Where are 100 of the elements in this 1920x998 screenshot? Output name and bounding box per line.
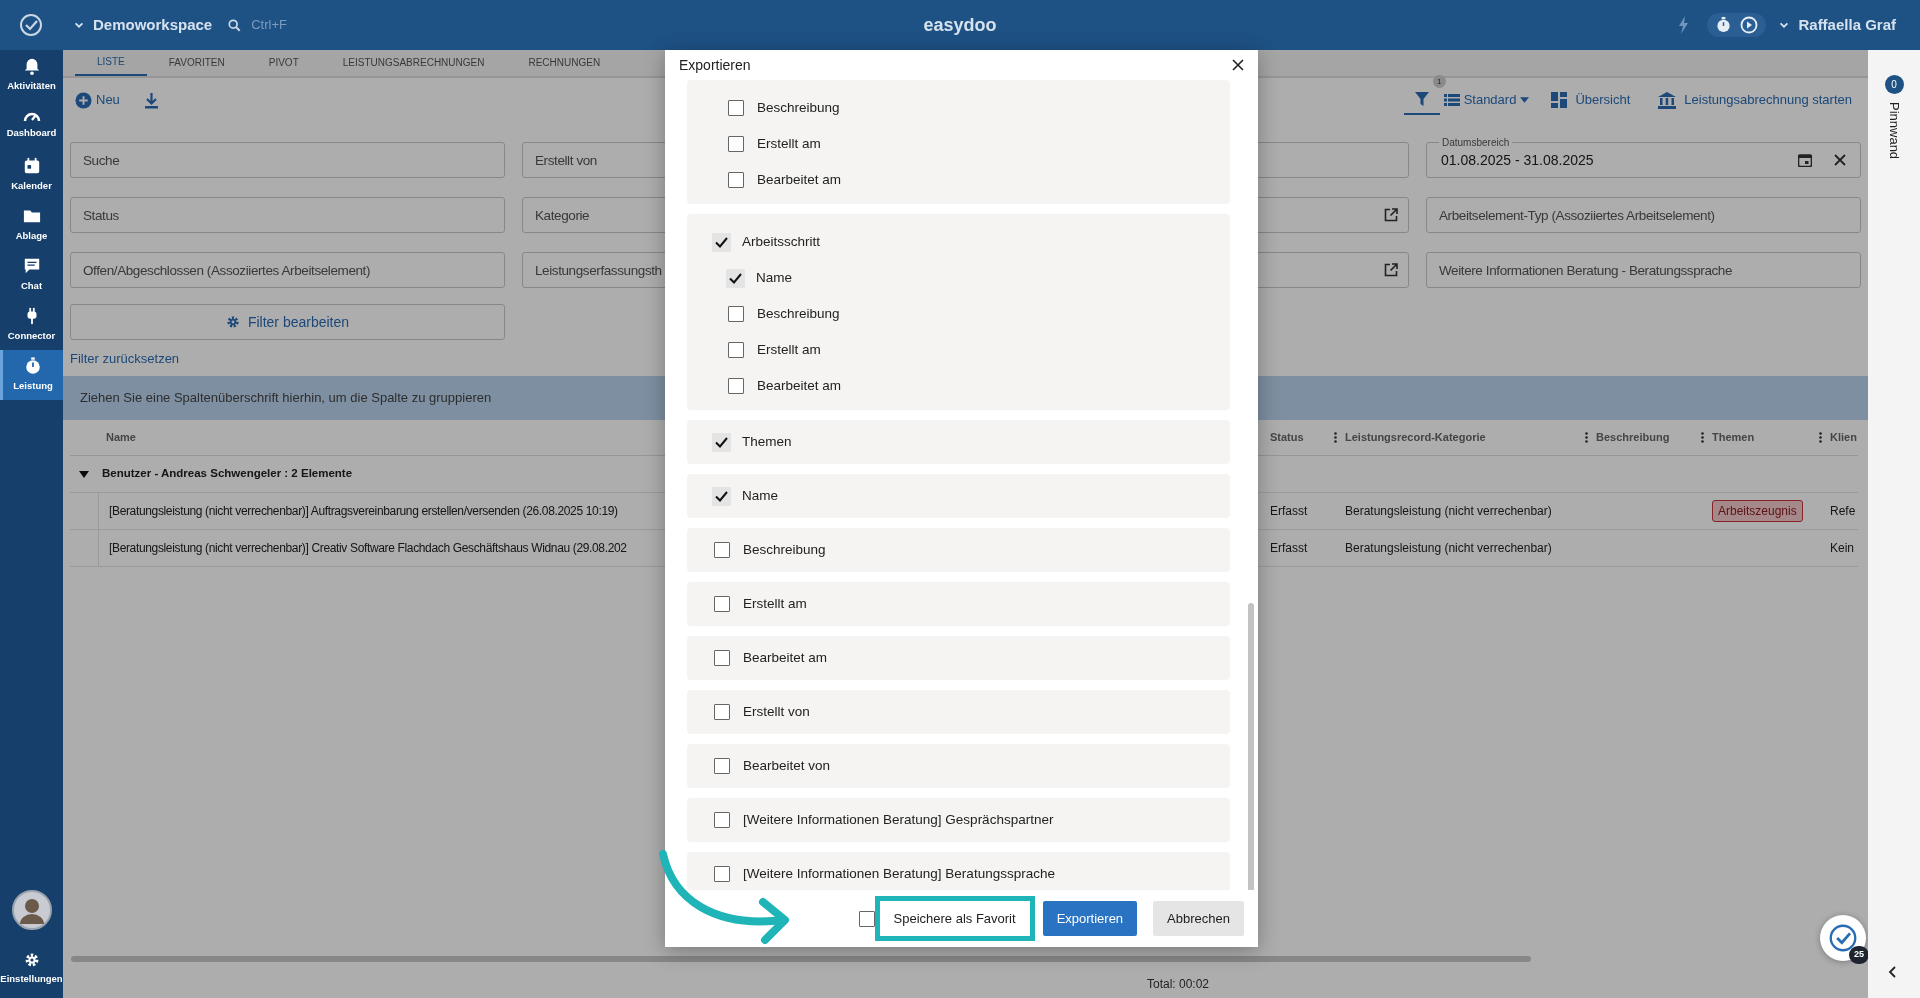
column-header[interactable]: Themen (1708, 420, 1826, 456)
kebab-menu-icon[interactable] (1334, 432, 1337, 443)
reset-filter-link[interactable]: Filter zurücksetzen (70, 349, 180, 369)
gear-icon (225, 315, 240, 329)
view-dropdown[interactable]: Standard (1443, 90, 1530, 110)
sidebar-item[interactable]: Connector (0, 300, 63, 350)
filter-field[interactable]: Arbeitselement-Typ (Assoziiertes Arbeitselement) (1426, 197, 1861, 233)
external-link-icon[interactable] (1384, 208, 1398, 222)
sidebar-item[interactable]: Kalender (0, 150, 63, 200)
topic-tag: Arbeitszeugnis (1712, 500, 1803, 522)
tab[interactable]: LISTE (75, 48, 147, 76)
checkbox[interactable] (714, 758, 730, 774)
checkbox[interactable] (726, 268, 745, 288)
cancel-button[interactable]: Abbrechen (1153, 900, 1244, 937)
tab[interactable]: RECHNUNGEN (506, 48, 623, 76)
sidebar-item[interactable]: Dashboard (0, 100, 63, 150)
close-icon[interactable] (1232, 59, 1244, 71)
table-cell-text: Refe (1830, 503, 1856, 520)
table-cell-text: Kein (1830, 540, 1855, 557)
checkbox[interactable] (728, 172, 744, 188)
checkbox[interactable] (714, 866, 730, 882)
checkbox[interactable] (712, 232, 731, 252)
option-label: Erstellt von (743, 702, 810, 721)
option-label: Arbeitsschritt (742, 232, 821, 251)
settings-icon (23, 951, 40, 968)
download-icon[interactable] (143, 91, 159, 109)
calendar-icon[interactable] (1798, 153, 1812, 167)
table-cell-text: [Beratungsleistung (nicht verrechenbar)] Auftragsvereinbarung erstellen/versenden (26.08.2025 10:19) (109, 503, 618, 520)
checkbox[interactable] (728, 100, 744, 116)
checkbox[interactable] (712, 432, 731, 452)
group-row-label: Benutzer - Andreas Schwengeler : 2 Elemente (102, 466, 353, 482)
option-label: Bearbeitet am (757, 376, 842, 395)
export-button[interactable]: Exportieren (1042, 900, 1138, 937)
tab[interactable]: FAVORITEN (146, 48, 247, 76)
start-billing-button[interactable]: Leistungsabrechnung starten (1658, 90, 1852, 110)
checkbox[interactable] (714, 650, 730, 666)
app-title: easydoo (923, 13, 997, 37)
sidebar-item[interactable]: Chat (0, 250, 63, 300)
notification-button[interactable] (1820, 915, 1866, 961)
checkbox[interactable] (728, 136, 744, 152)
sidebar-item[interactable]: Ablage (0, 200, 63, 250)
tab[interactable]: PIVOT (246, 48, 321, 76)
checkbox[interactable] (712, 486, 731, 506)
bell-icon (22, 56, 41, 75)
checkbox[interactable] (728, 306, 744, 322)
column-header[interactable]: Status (1266, 420, 1341, 456)
edit-filter-button[interactable]: Filter bearbeiten (70, 304, 505, 340)
option-label: Beschreibung (743, 540, 826, 559)
user-name[interactable]: Raffaella Graf (1798, 13, 1896, 37)
table-cell-text: Beratungsleistung (nicht verrechenbar) (1345, 503, 1552, 520)
clear-icon[interactable] (1834, 154, 1846, 166)
lightning-icon[interactable] (1677, 16, 1690, 34)
filter-field[interactable]: Offen/Abgeschlossen (Assoziiertes Arbeitselement) (70, 252, 505, 288)
collapse-chevron-icon[interactable] (1888, 966, 1896, 978)
save-favorite-button[interactable]: Speichere als Favorit (874, 895, 1035, 942)
timer-controls[interactable] (1707, 13, 1767, 37)
kebab-menu-icon[interactable] (1819, 432, 1822, 443)
bank-icon (1658, 91, 1677, 109)
total-time: Total: 00:02 (1147, 976, 1210, 993)
checkbox[interactable] (714, 596, 730, 612)
checkbox[interactable] (714, 704, 730, 720)
notification-count-badge: 25 (1849, 946, 1869, 964)
option-label: Beschreibung (757, 304, 840, 323)
filter-field[interactable]: Weitere Informationen Beratung - Beratungssprache (1426, 252, 1861, 288)
tab[interactable]: LEISTUNGSABRECHNUNGEN (320, 48, 507, 76)
avatar[interactable] (11, 890, 52, 930)
check-circle-icon (1829, 924, 1857, 952)
stopwatch-icon[interactable] (1715, 16, 1733, 34)
kebab-menu-icon[interactable] (1701, 432, 1704, 443)
filter-field[interactable]: Suche (70, 142, 505, 178)
external-link-icon[interactable] (1384, 263, 1398, 277)
checkbox[interactable] (728, 342, 744, 358)
checkbox[interactable] (714, 542, 730, 558)
checkbox[interactable] (714, 812, 730, 828)
workspace-name[interactable]: Demoworkspace (93, 13, 213, 37)
checkbox[interactable] (858, 910, 875, 927)
sidebar-item[interactable]: Aktivitäten (0, 50, 63, 100)
option-label: Bearbeitet am (757, 170, 842, 189)
caret-icon (1520, 97, 1530, 103)
pinboard-tab[interactable]: Pinnwand (1884, 102, 1904, 160)
option-label: [Weitere Informationen Beratung] Beratungssprache (743, 864, 1055, 883)
settings-button[interactable]: Einstellungen (0, 944, 63, 994)
overview-button[interactable]: Übersicht (1551, 90, 1631, 110)
filter-field[interactable]: Status (70, 197, 505, 233)
table-cell-text: Erfasst (1270, 503, 1308, 520)
new-button[interactable]: Neu (75, 90, 120, 110)
filter-count-badge: 1 (1432, 75, 1446, 88)
search-field[interactable]: Ctrl+F (249, 14, 340, 36)
option-label: Themen (742, 432, 792, 451)
play-icon[interactable] (1740, 16, 1759, 34)
option-label: Name (756, 268, 792, 287)
sidebar-item[interactable]: Leistung (0, 350, 63, 400)
calendar-icon (22, 156, 41, 175)
column-header[interactable]: Beschreibung (1592, 420, 1708, 456)
column-header[interactable]: Leistungsrecord-Kategorie (1341, 420, 1592, 456)
kebab-menu-icon[interactable] (1585, 432, 1588, 443)
expand-triangle-icon[interactable] (79, 470, 89, 478)
option-label: [Weitere Informationen Beratung] Gesprächspartner (743, 810, 1054, 829)
checkbox[interactable] (728, 378, 744, 394)
column-header[interactable]: Klien (1826, 420, 1858, 456)
